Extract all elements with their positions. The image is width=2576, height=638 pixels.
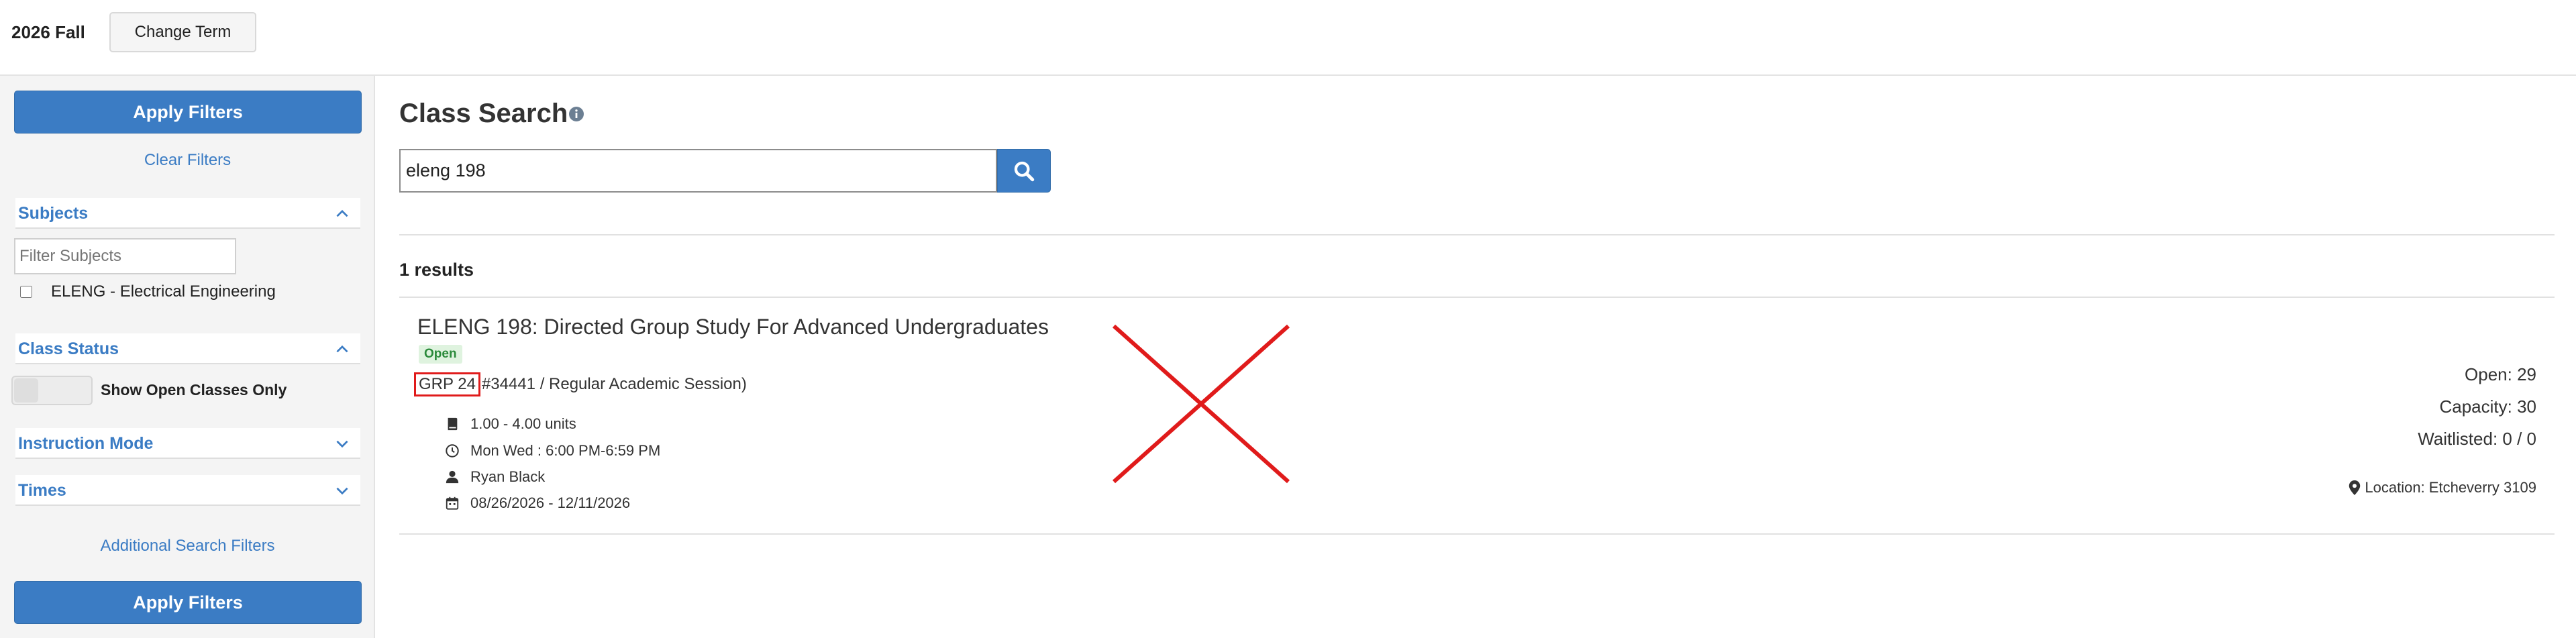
subject-option-label: ELENG - Electrical Engineering <box>51 282 276 301</box>
search-icon <box>1014 161 1035 181</box>
open-classes-toggle[interactable] <box>11 376 93 405</box>
times-section-header[interactable]: Times <box>15 475 360 506</box>
subjects-section-title: Subjects <box>18 204 89 223</box>
instruction-mode-section-title: Instruction Mode <box>18 434 154 453</box>
location-text: Location: Etcheverry 3109 <box>2365 479 2536 496</box>
divider <box>399 234 2555 235</box>
section-info: GRP 24 #34441 / Regular Academic Session) <box>414 372 747 396</box>
instructor-row: Ryan Black <box>445 468 545 486</box>
calendar-icon <box>445 496 460 511</box>
apply-filters-button-top[interactable]: Apply Filters <box>14 91 362 134</box>
apply-filters-button-bottom[interactable]: Apply Filters <box>14 581 362 624</box>
subject-checkbox[interactable] <box>20 286 32 298</box>
section-detail: #34441 / Regular Academic Session) <box>481 375 747 393</box>
page-title: Class Search <box>399 99 568 128</box>
class-status-section-header[interactable]: Class Status <box>15 333 360 364</box>
chevron-up-icon <box>336 345 348 353</box>
results-count: 1 results <box>399 260 474 280</box>
subject-option-eleng[interactable]: ELENG - Electrical Engineering <box>20 281 276 303</box>
instructor-name: Ryan Black <box>470 468 546 485</box>
class-search-input[interactable] <box>399 149 997 193</box>
meeting-time-row: Mon Wed : 6:00 PM-6:59 PM <box>445 441 660 460</box>
class-result-title[interactable]: ELENG 198: Directed Group Study For Adva… <box>417 315 1049 339</box>
clock-icon <box>445 443 460 458</box>
instruction-mode-section-header[interactable]: Instruction Mode <box>15 428 360 459</box>
filter-subjects-input[interactable] <box>14 238 236 274</box>
user-icon <box>445 470 460 484</box>
top-bar: 2026 Fall Change Term <box>0 0 2576 76</box>
map-pin-icon <box>2349 480 2361 495</box>
additional-search-filters-link[interactable]: Additional Search Filters <box>0 537 375 555</box>
filter-sidebar: Apply Filters Clear Filters Subjects ELE… <box>0 76 375 638</box>
class-status-section-title: Class Status <box>18 339 119 358</box>
subjects-section-header[interactable]: Subjects <box>15 198 360 229</box>
dates-text: 08/26/2026 - 12/11/2026 <box>470 494 631 511</box>
chevron-down-icon <box>336 487 348 495</box>
divider <box>399 297 2555 298</box>
units-text: 1.00 - 4.00 units <box>470 415 576 432</box>
times-section-title: Times <box>18 481 66 500</box>
waitlisted: Waitlisted: 0 / 0 <box>2418 429 2536 449</box>
meeting-time-text: Mon Wed : 6:00 PM-6:59 PM <box>470 442 661 459</box>
units-row: 1.00 - 4.00 units <box>445 415 576 433</box>
section-group-highlight: GRP 24 <box>414 372 480 396</box>
open-classes-toggle-label: Show Open Classes Only <box>101 381 287 398</box>
divider <box>399 533 2555 535</box>
dates-row: 08/26/2026 - 12/11/2026 <box>445 494 630 513</box>
book-icon <box>445 417 460 431</box>
x-mark-icon <box>1113 324 1290 484</box>
chevron-up-icon <box>336 209 348 217</box>
clear-filters-link[interactable]: Clear Filters <box>0 151 375 170</box>
current-term: 2026 Fall <box>11 22 85 42</box>
info-icon[interactable] <box>568 106 584 122</box>
toggle-knob <box>14 378 38 403</box>
change-term-button[interactable]: Change Term <box>109 12 256 52</box>
status-badge: Open <box>419 345 462 364</box>
open-seats: Open: 29 <box>2465 364 2536 384</box>
capacity: Capacity: 30 <box>2439 396 2536 417</box>
search-button[interactable] <box>997 149 1051 193</box>
chevron-down-icon <box>336 440 348 448</box>
location: Location: Etcheverry 3109 <box>2349 479 2536 496</box>
main-content: Class Search 1 results ELENG 198: Direct… <box>375 76 2576 638</box>
